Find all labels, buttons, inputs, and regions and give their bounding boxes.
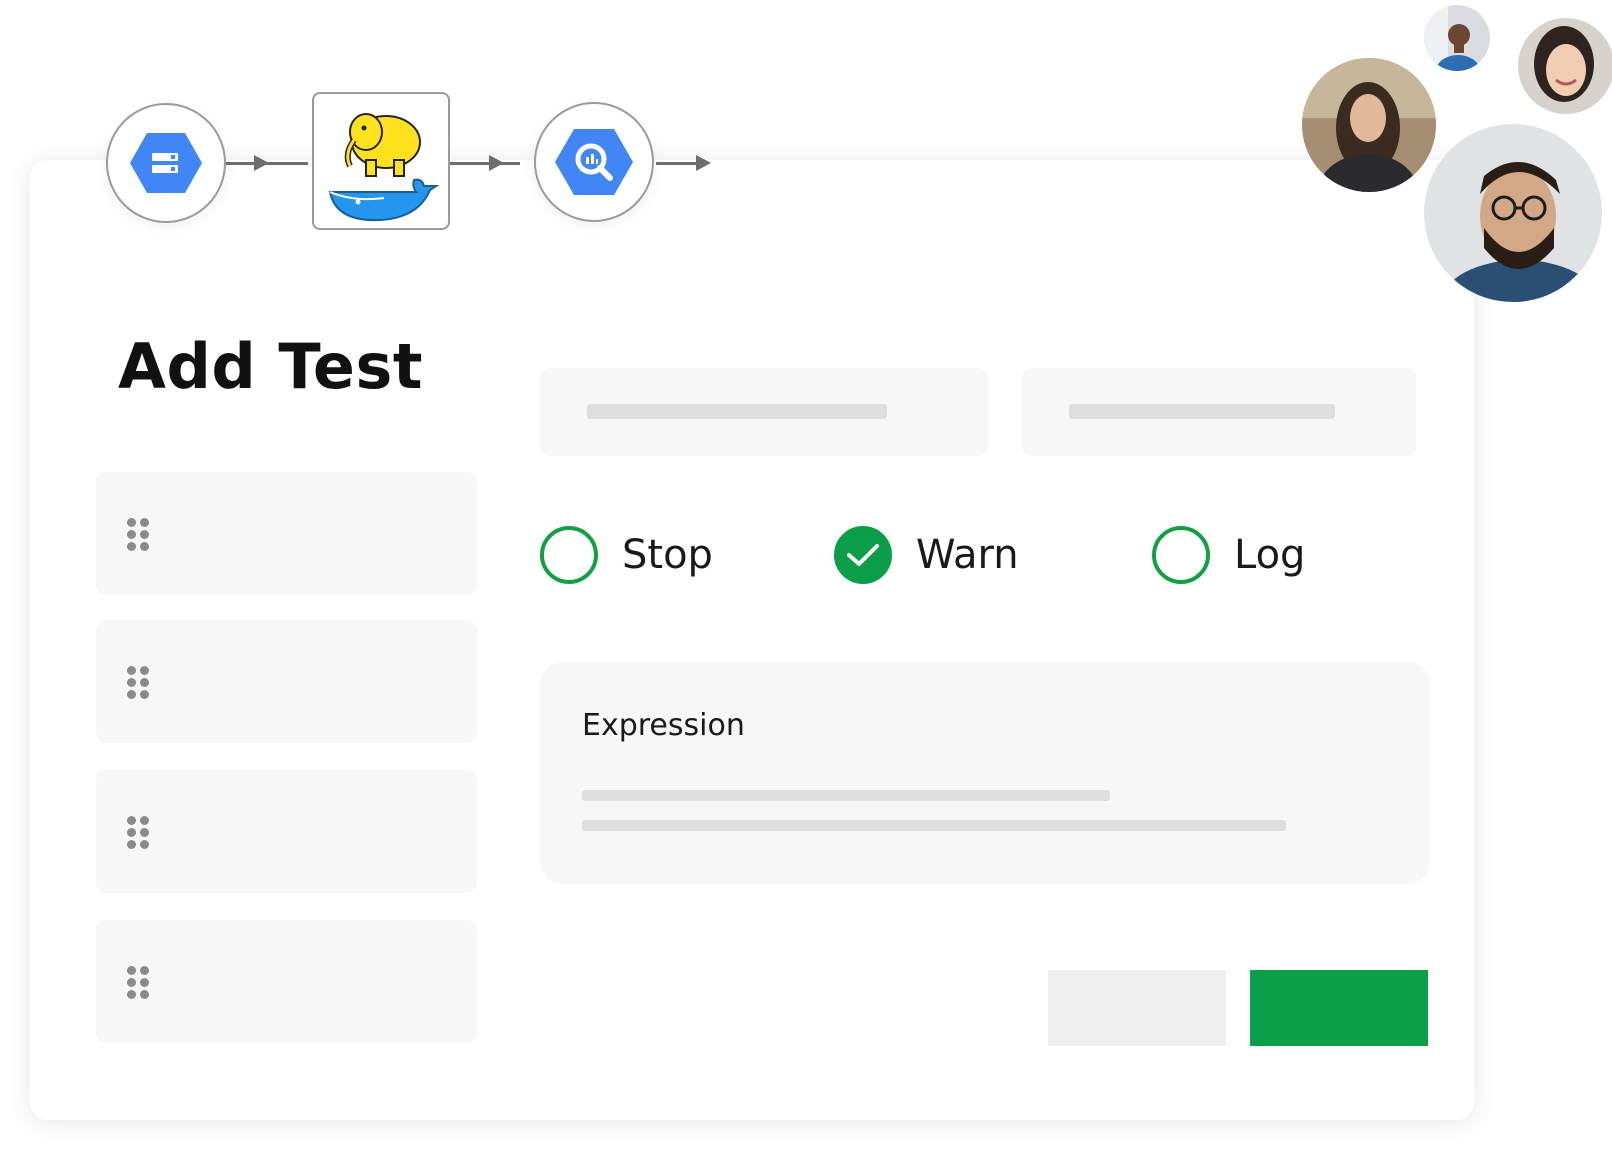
test-type-field[interactable]: [1022, 368, 1416, 456]
pipeline-connector: [450, 162, 520, 165]
avatar-man-small: [1424, 5, 1490, 71]
pipeline-arrow: [489, 155, 504, 171]
expression-label: Expression: [582, 708, 745, 743]
cancel-button[interactable]: [1048, 970, 1226, 1046]
pipeline-connector: [656, 162, 698, 165]
save-button[interactable]: [1250, 970, 1428, 1046]
severity-option-stop[interactable]: Stop: [540, 520, 713, 590]
test-name-field[interactable]: [540, 368, 988, 456]
checkmark-icon: [847, 544, 879, 566]
pipeline-arrow: [254, 155, 269, 171]
avatar-woman-long-hair: [1302, 58, 1436, 192]
radio-unchecked-icon[interactable]: [540, 526, 598, 584]
bigquery-icon: [555, 129, 633, 195]
test-list-item[interactable]: [96, 472, 477, 595]
severity-option-log[interactable]: Log: [1152, 520, 1305, 590]
placeholder-bar: [587, 404, 887, 419]
avatar-woman-smiling: [1518, 18, 1612, 114]
radio-unchecked-icon[interactable]: [1152, 526, 1210, 584]
bigquery-node[interactable]: [534, 102, 654, 222]
drag-handle-icon[interactable]: [127, 666, 149, 699]
radio-checked-icon[interactable]: [834, 526, 892, 584]
drag-handle-icon[interactable]: [127, 816, 149, 849]
cloud-storage-icon: [130, 133, 202, 193]
option-label: Stop: [622, 532, 713, 578]
placeholder-bar: [1069, 404, 1335, 419]
cloud-storage-node[interactable]: [106, 103, 226, 223]
collaborator-avatar[interactable]: [1424, 124, 1602, 302]
collaborator-avatar[interactable]: [1518, 18, 1612, 114]
test-list-item[interactable]: [96, 920, 477, 1043]
collaborator-avatar[interactable]: [1424, 5, 1490, 71]
drag-handle-icon[interactable]: [127, 518, 149, 551]
option-label: Log: [1234, 532, 1306, 578]
hadoop-docker-node[interactable]: [312, 92, 450, 230]
expression-editor[interactable]: Expression: [540, 662, 1430, 884]
collaborator-avatar[interactable]: [1302, 58, 1436, 192]
test-list-item[interactable]: [96, 770, 477, 893]
pipeline-arrow: [696, 155, 711, 171]
avatar-man-glasses: [1424, 124, 1602, 302]
test-list-item[interactable]: [96, 620, 477, 743]
page-title: Add Test: [118, 330, 423, 403]
drag-handle-icon[interactable]: [127, 966, 149, 999]
option-label: Warn: [916, 532, 1019, 578]
expression-line-placeholder: [582, 820, 1286, 831]
hadoop-docker-icon: [328, 113, 440, 222]
severity-option-warn[interactable]: Warn: [834, 520, 1019, 590]
expression-line-placeholder: [582, 790, 1110, 801]
